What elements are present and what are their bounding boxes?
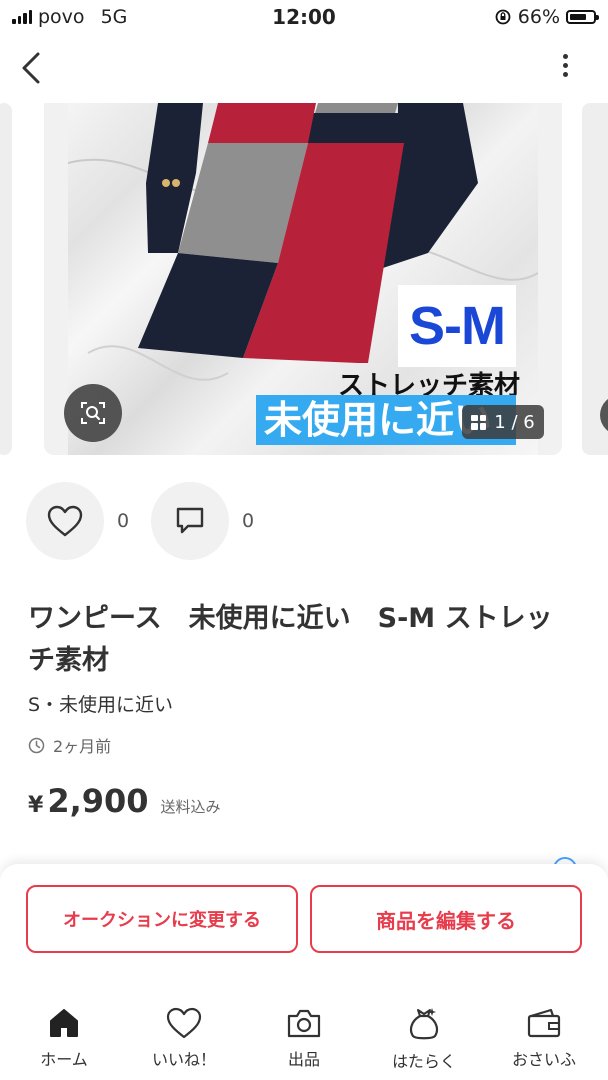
tab-likes[interactable]: いいね！ — [134, 1006, 234, 1076]
clock-icon — [28, 737, 45, 753]
tab-wallet[interactable]: おさいふ — [494, 1006, 594, 1076]
next-card-edge — [582, 103, 608, 455]
heart-icon — [47, 505, 83, 537]
image-search-button[interactable] — [64, 384, 122, 442]
price: ¥ 2,900 送料込み — [28, 782, 221, 820]
camera-icon — [287, 1009, 321, 1038]
shipping-note: 送料込み — [160, 798, 221, 816]
size-overlay: S-M — [398, 285, 516, 367]
edit-item-label: 商品を編集する — [376, 908, 516, 933]
image-card[interactable]: S-M ストレッチ素材 未使用に近い — [44, 103, 562, 455]
change-to-auction-label: オークションに変更する — [63, 910, 261, 931]
tab-work[interactable]: はたらく — [374, 1006, 474, 1076]
battery-percent: 66% — [517, 6, 560, 28]
tab-home[interactable]: ホーム — [14, 1006, 114, 1076]
product-photo[interactable]: S-M ストレッチ素材 未使用に近い — [68, 103, 538, 455]
tab-likes-label: いいね！ — [151, 1050, 216, 1069]
item-title: ワンピース 未使用に近い S-M ストレッチ素材 — [28, 603, 553, 676]
battery-icon — [566, 10, 599, 24]
status-right: 66% — [494, 6, 599, 28]
image-counter-text: 1 / 6 — [494, 411, 535, 433]
home-icon — [50, 1009, 78, 1037]
back-button[interactable] — [18, 50, 50, 86]
comment-count: 0 — [242, 510, 255, 532]
previous-card-edge — [0, 103, 12, 455]
wallet-icon — [527, 1008, 561, 1038]
change-to-auction-button[interactable]: オークションに変更する — [26, 885, 298, 953]
more-menu-button[interactable] — [554, 52, 576, 84]
condition-overlay-text: 未使用に近い — [264, 398, 493, 442]
orientation-lock-icon — [495, 9, 511, 25]
comment-icon — [176, 507, 204, 534]
posted-time: 2ヶ月前 — [28, 733, 111, 757]
chevron-left-icon — [22, 52, 40, 84]
size-overlay-text: S-M — [409, 296, 506, 356]
tab-wallet-label: おさいふ — [511, 1050, 576, 1069]
item-subtitle: S・未使用に近い — [28, 694, 174, 716]
image-gallery[interactable]: S-M ストレッチ素材 未使用に近い 1 / 6 — [0, 103, 608, 455]
status-bar: povo 5G 12:00 66% — [0, 0, 608, 34]
image-counter[interactable]: 1 / 6 — [462, 405, 544, 439]
tab-work-label: はたらく — [392, 1052, 456, 1071]
more-vertical-icon — [562, 52, 568, 79]
tab-sell[interactable]: 出品 — [254, 1006, 354, 1076]
tab-home-label: ホーム — [40, 1050, 88, 1069]
edit-item-button[interactable]: 商品を編集する — [310, 885, 582, 953]
grid-icon — [471, 414, 487, 430]
like-count: 0 — [117, 510, 130, 532]
currency-symbol: ¥ — [28, 793, 44, 818]
image-search-icon — [81, 402, 105, 424]
price-amount: 2,900 — [47, 782, 149, 820]
like-button[interactable] — [26, 482, 104, 560]
heart-icon — [166, 1007, 202, 1039]
tab-sell-label: 出品 — [287, 1050, 320, 1069]
comment-button[interactable] — [151, 482, 229, 560]
money-bag-icon — [409, 1008, 439, 1040]
posted-time-text: 2ヶ月前 — [53, 737, 112, 756]
